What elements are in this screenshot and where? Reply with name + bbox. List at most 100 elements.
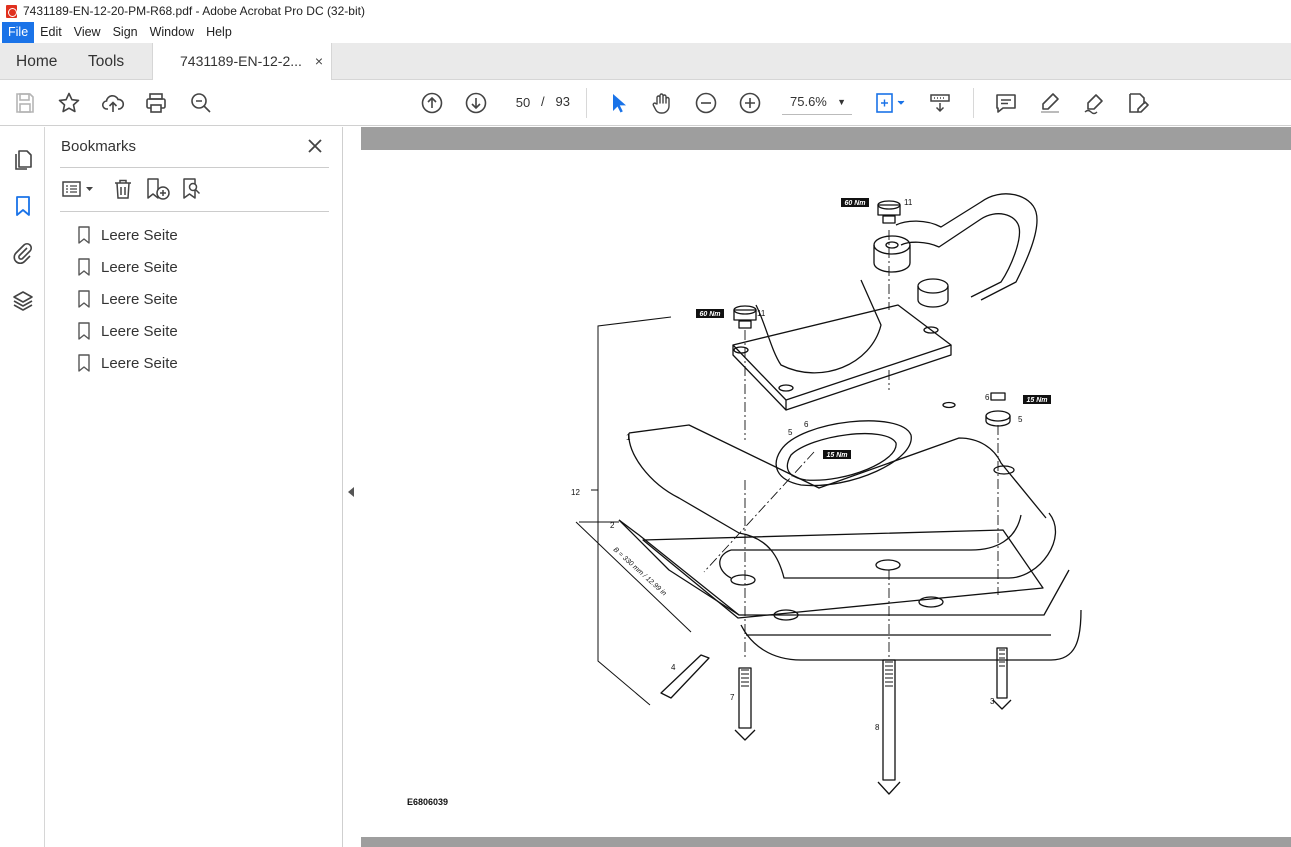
torque-label: 60 Nm	[696, 309, 724, 318]
menu-help[interactable]: Help	[200, 22, 238, 43]
bookmark-icon	[78, 322, 90, 340]
pdf-page: 60 Nm 60 Nm 15 Nm 15 Nm B = 330 mm / 12.…	[361, 150, 1291, 837]
callout-7: 7	[730, 693, 735, 702]
bookmark-label: Leere Seite	[101, 354, 178, 372]
menu-edit[interactable]: Edit	[34, 22, 68, 43]
tab-document-label: 7431189-EN-12-2...	[180, 53, 302, 69]
bookmarks-panel: Bookmarks Leere Seite Leere Seite Leere …	[45, 127, 343, 847]
print-icon[interactable]	[144, 91, 168, 115]
zoom-out-icon[interactable]	[694, 91, 718, 115]
fit-page-icon[interactable]	[873, 91, 909, 115]
tab-home[interactable]: Home	[16, 43, 57, 80]
bookmark-label: Leere Seite	[101, 258, 178, 276]
main-toolbar: 50 / 93 75.6% ▼	[0, 80, 1291, 126]
torque-label: 15 Nm	[1023, 395, 1051, 404]
attachments-icon[interactable]	[11, 241, 35, 265]
document-view[interactable]: 60 Nm 60 Nm 15 Nm 15 Nm B = 330 mm / 12.…	[361, 127, 1291, 847]
bookmark-item[interactable]: Leere Seite	[78, 225, 178, 245]
bookmark-item[interactable]: Leere Seite	[78, 289, 178, 309]
callout-11: 11	[904, 198, 913, 207]
close-panel-icon[interactable]	[304, 135, 326, 157]
callout-5: 5	[1018, 415, 1023, 424]
draw-sign-icon[interactable]	[1082, 91, 1106, 115]
toolbar-divider	[586, 88, 587, 118]
tab-document[interactable]: 7431189-EN-12-2... ×	[152, 43, 332, 81]
save-icon[interactable]	[13, 91, 37, 115]
torque-label: 60 Nm	[841, 198, 869, 207]
bookmark-icon	[78, 354, 90, 372]
callout-3: 3	[990, 697, 995, 706]
zoom-value: 75.6%	[790, 94, 827, 109]
bookmark-item[interactable]: Leere Seite	[78, 353, 178, 373]
toolbar-divider	[973, 88, 974, 118]
panel-divider	[60, 167, 329, 168]
collapse-panel-icon[interactable]	[348, 487, 354, 497]
title-bar: 7431189-EN-12-20-PM-R68.pdf - Adobe Acro…	[0, 0, 1291, 22]
bookmark-label: Leere Seite	[101, 290, 178, 308]
panel-divider	[60, 211, 329, 212]
menu-window[interactable]: Window	[144, 22, 200, 43]
bookmark-label: Leere Seite	[101, 322, 178, 340]
tab-tools[interactable]: Tools	[88, 43, 124, 80]
callout-11: 11	[757, 309, 766, 318]
svg-text:15 Nm: 15 Nm	[1026, 397, 1047, 404]
find-bookmark-icon[interactable]	[181, 177, 205, 201]
menu-view[interactable]: View	[68, 22, 107, 43]
menu-file[interactable]: File	[2, 22, 35, 43]
svg-text:15 Nm: 15 Nm	[826, 452, 847, 459]
bookmarks-icon[interactable]	[11, 194, 35, 218]
cloud-upload-icon[interactable]	[101, 91, 125, 115]
fill-and-sign-icon[interactable]	[1126, 91, 1150, 115]
callout-6: 6	[804, 420, 809, 429]
callout-8: 8	[875, 723, 880, 732]
svg-text:60 Nm: 60 Nm	[844, 200, 865, 207]
bookmark-label: Leere Seite	[101, 226, 178, 244]
star-bookmark-icon[interactable]	[57, 91, 81, 115]
window-title: 7431189-EN-12-20-PM-R68.pdf - Adobe Acro…	[23, 4, 365, 18]
exploded-parts-drawing: 60 Nm 60 Nm 15 Nm 15 Nm B = 330 mm / 12.…	[571, 193, 1082, 795]
layers-icon[interactable]	[11, 289, 35, 313]
comment-icon[interactable]	[994, 91, 1018, 115]
panel-title: Bookmarks	[61, 138, 137, 155]
zoom-in-icon[interactable]	[738, 91, 762, 115]
callout-5: 5	[788, 428, 793, 437]
page-number-input[interactable]: 50	[508, 90, 538, 114]
page-count: / 93	[541, 90, 570, 114]
page-separator: /	[541, 94, 545, 109]
tab-bar: Home Tools 7431189-EN-12-2... ×	[0, 43, 1291, 81]
figure-id: E6806039	[407, 797, 449, 807]
callout-12: 12	[571, 488, 580, 497]
hand-tool-icon[interactable]	[650, 91, 674, 115]
menu-bar: File Edit View Sign Window Help	[0, 22, 1291, 43]
navigation-rail	[0, 127, 45, 847]
callout-4: 4	[671, 663, 676, 672]
callout-1: 1	[626, 433, 631, 442]
highlight-pen-icon[interactable]	[1038, 91, 1062, 115]
close-tab-icon[interactable]: ×	[315, 43, 323, 80]
bookmark-options-icon[interactable]	[61, 177, 95, 201]
bookmark-icon	[78, 226, 90, 244]
callout-numbers: 1 2 3 4 5 5 6 6 7 8 11 11 12	[571, 198, 1023, 732]
callout-2: 2	[610, 521, 615, 530]
next-page-icon[interactable]	[464, 91, 488, 115]
torque-label: 15 Nm	[823, 450, 851, 459]
chevron-down-icon: ▼	[837, 97, 846, 107]
bookmark-icon	[78, 258, 90, 276]
delete-bookmark-icon[interactable]	[112, 177, 134, 201]
menu-sign[interactable]: Sign	[107, 22, 144, 43]
bookmark-icon	[78, 290, 90, 308]
new-bookmark-icon[interactable]	[145, 177, 171, 201]
acrobat-pdf-icon	[6, 4, 17, 18]
panel-splitter[interactable]	[343, 127, 361, 847]
bookmark-item[interactable]: Leere Seite	[78, 257, 178, 277]
previous-page-icon[interactable]	[420, 91, 444, 115]
select-cursor-icon[interactable]	[606, 91, 630, 115]
bookmark-item[interactable]: Leere Seite	[78, 321, 178, 341]
page-total: 93	[555, 94, 570, 109]
svg-text:60 Nm: 60 Nm	[699, 311, 720, 318]
scroll-mode-icon[interactable]	[928, 91, 952, 115]
callout-6: 6	[985, 393, 990, 402]
page-thumbnails-icon[interactable]	[11, 148, 35, 172]
zoom-level-select[interactable]: 75.6% ▼	[782, 90, 852, 115]
zoom-search-icon[interactable]	[189, 91, 213, 115]
